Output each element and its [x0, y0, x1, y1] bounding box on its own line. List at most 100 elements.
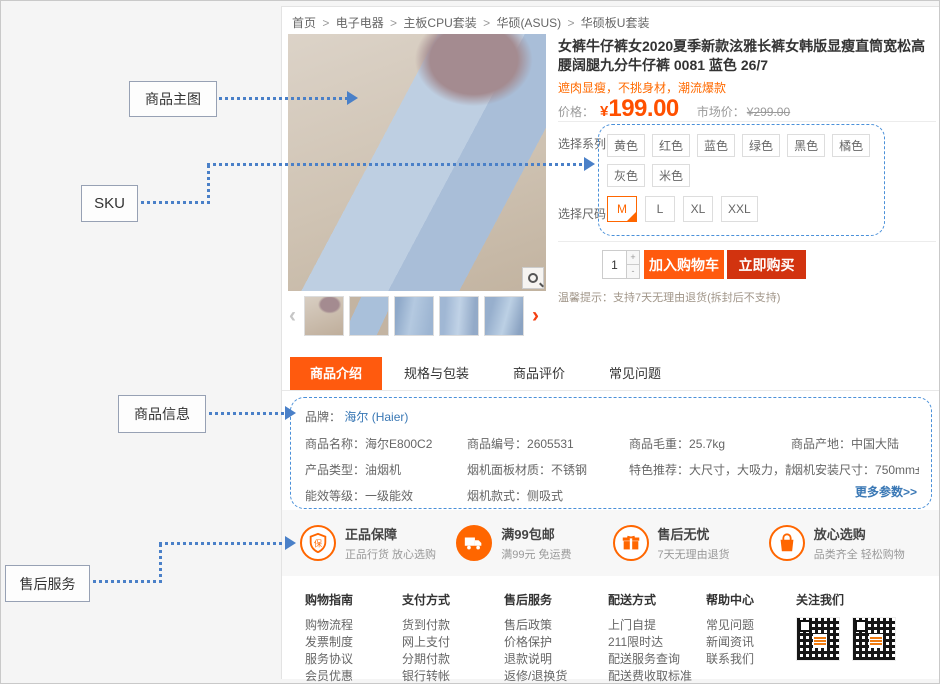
footer-link[interactable]: 发票制度: [305, 634, 353, 651]
color-option[interactable]: 米色: [652, 164, 690, 187]
quantity-decrease-button[interactable]: -: [627, 265, 639, 278]
spec-value: 油烟机: [365, 463, 401, 477]
color-option[interactable]: 绿色: [742, 134, 780, 157]
footer-link[interactable]: 售后政策: [504, 617, 567, 634]
site-footer: 购物指南购物流程发票制度服务协议会员优惠支付方式货到付款网上支付分期付款银行转帐…: [282, 577, 939, 679]
footer-link[interactable]: 会员优惠: [305, 668, 353, 684]
return-policy-notice: 温馨提示：支持7天无理由退货(拆封后不支持): [558, 289, 780, 305]
color-option[interactable]: 黄色: [607, 134, 645, 157]
footer-link[interactable]: 服务协议: [305, 651, 353, 668]
add-to-cart-button[interactable]: 加入购物车: [644, 250, 724, 279]
spec-value: 大尺寸，大吸力，静音...: [689, 463, 791, 477]
spec-field: 烟机面板材质：不锈钢: [467, 461, 629, 478]
breadcrumb-item[interactable]: 华硕(ASUS): [496, 16, 561, 30]
more-params-link[interactable]: 更多参数>>: [855, 483, 917, 500]
color-option[interactable]: 蓝色: [697, 134, 735, 157]
gallery-thumbnail[interactable]: [484, 296, 524, 336]
gallery-thumbnail[interactable]: [304, 296, 344, 336]
footer-link[interactable]: 配送费收取标准: [608, 668, 692, 684]
market-price-value: ¥299.00: [747, 105, 790, 119]
service-text: 满99包邮满99元 免运费: [501, 524, 571, 562]
currency-symbol: ¥: [600, 103, 608, 120]
service-title: 放心选购: [814, 524, 905, 543]
quantity-increase-button[interactable]: +: [627, 251, 639, 265]
spec-field: 烟机款式：侧吸式: [467, 487, 629, 504]
breadcrumb-item[interactable]: 电子电器: [336, 16, 384, 30]
footer-link[interactable]: 上门自提: [608, 617, 692, 634]
footer-link[interactable]: 网上支付: [402, 634, 450, 651]
breadcrumb-separator: >: [564, 16, 578, 30]
divider: [558, 121, 936, 122]
gift-box-icon: [613, 525, 649, 561]
tab-item[interactable]: 规格与包装: [382, 357, 491, 390]
spec-field: 产品类型：油烟机: [305, 461, 467, 478]
qr-code: [852, 617, 896, 661]
footer-link[interactable]: 联系我们: [706, 651, 754, 668]
color-option[interactable]: 橘色: [832, 134, 870, 157]
spec-field: 商品名称：海尔E800C2: [305, 435, 467, 452]
tab-active[interactable]: 商品介绍: [290, 357, 382, 390]
size-option-list: ML XL XXL: [607, 196, 876, 222]
service-text: 售后无忧 7天无理由退货: [658, 524, 730, 562]
service-title: 满99包邮: [501, 524, 571, 543]
tab-item[interactable]: 常见问题: [587, 357, 683, 390]
arrow-line-sku: [141, 201, 208, 204]
gallery-next-icon[interactable]: ›: [529, 296, 542, 336]
color-option[interactable]: 黑色: [787, 134, 825, 157]
truck-icon: [456, 525, 492, 561]
quantity-value[interactable]: 1: [603, 251, 626, 278]
footer-link[interactable]: 211限时达: [608, 634, 692, 651]
footer-link[interactable]: 货到付款: [402, 617, 450, 634]
service-item: 满99包邮满99元 免运费: [456, 524, 612, 562]
footer-link[interactable]: 价格保护: [504, 634, 567, 651]
service-guarantee-strip: 保正品保障正品行货 放心选购满99包邮满99元 免运费售后无忧7天无理由退货放心…: [282, 510, 939, 576]
footer-link[interactable]: 退款说明: [504, 651, 567, 668]
buy-now-button[interactable]: 立即购买: [727, 250, 806, 279]
footer-link[interactable]: 银行转帐: [402, 668, 450, 684]
thumbnail-strip: ‹ ›: [286, 295, 542, 337]
size-option[interactable]: XXL: [721, 196, 758, 222]
quantity-stepper: 1 + -: [602, 250, 640, 279]
arrow-line-sku: [207, 163, 584, 166]
breadcrumb-item[interactable]: 华硕板U套装: [581, 16, 650, 30]
spec-label: 烟机款式：: [467, 489, 527, 503]
product-info-box: 品牌： 海尔 (Haier) 商品名称：海尔E800C2商品编号：2605531…: [290, 397, 932, 509]
footer-link[interactable]: 返修/退换货: [504, 668, 567, 684]
footer-column-title: 配送方式: [608, 591, 692, 608]
gallery-thumbnail[interactable]: [394, 296, 434, 336]
breadcrumb: 首页 > 电子电器 > 主板CPU套装 > 华硕(ASUS) > 华硕板U套装: [292, 14, 649, 31]
spec-value: 不锈钢: [551, 463, 587, 477]
brand-link[interactable]: 海尔 (Haier): [344, 410, 408, 424]
image-zoom-button[interactable]: [522, 267, 544, 289]
size-option[interactable]: M: [607, 196, 637, 222]
price-value: 199.00: [608, 95, 678, 123]
footer-link[interactable]: 购物流程: [305, 617, 353, 634]
footer-link[interactable]: 配送服务查询: [608, 651, 692, 668]
footer-link[interactable]: 常见问题: [706, 617, 754, 634]
footer-column-title: 帮助中心: [706, 591, 754, 608]
spec-value: 中国大陆: [851, 437, 899, 451]
price-row: 价格： ¥ 199.00 市场价： ¥299.00: [558, 95, 790, 123]
color-option[interactable]: 红色: [652, 134, 690, 157]
service-title: 正品保障: [345, 524, 436, 543]
spec-value: 一级能效: [365, 489, 413, 503]
gallery-thumbnail[interactable]: [439, 296, 479, 336]
page-canvas: 商品主图 SKU 商品信息 售后服务 首页 > 电子电器 > 主板CPU套装 >…: [0, 0, 940, 684]
service-desc: 品类齐全 轻松购物: [814, 546, 905, 562]
color-option[interactable]: 灰色: [607, 164, 645, 187]
service-desc: 7天无理由退货: [658, 546, 730, 562]
breadcrumb-item[interactable]: 主板CPU套装: [403, 16, 476, 30]
gallery-thumbnail[interactable]: [349, 296, 389, 336]
size-option[interactable]: L: [645, 196, 675, 222]
footer-link[interactable]: 分期付款: [402, 651, 450, 668]
tab-item[interactable]: 商品评价: [491, 357, 587, 390]
gallery-prev-icon[interactable]: ‹: [286, 296, 299, 336]
size-option[interactable]: XL: [683, 196, 713, 222]
service-title: 售后无忧: [658, 524, 730, 543]
shield-icon: 保: [300, 525, 336, 561]
footer-column: 帮助中心常见问题新闻资讯联系我们: [706, 591, 754, 668]
footer-column: 支付方式货到付款网上支付分期付款银行转帐: [402, 591, 450, 684]
detail-tabbar: 商品介绍规格与包装商品评价常见问题: [282, 357, 939, 391]
breadcrumb-item[interactable]: 首页: [292, 16, 316, 30]
footer-link[interactable]: 新闻资讯: [706, 634, 754, 651]
